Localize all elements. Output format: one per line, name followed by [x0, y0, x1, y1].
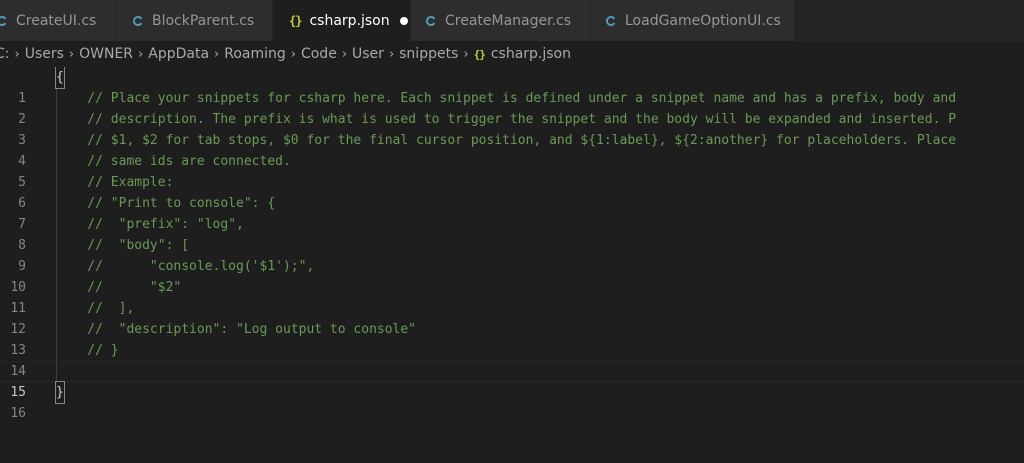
code-line[interactable]: 9 // "body": [ [0, 235, 1024, 274]
tab-csharp-json[interactable]: {} csharp.json [273, 0, 411, 41]
csharp-icon [132, 15, 144, 27]
code-line[interactable]: 14 // } [0, 340, 1024, 379]
unsaved-dot-icon[interactable] [399, 16, 408, 25]
csharp-icon [605, 15, 617, 27]
code-line[interactable]: 16 } [0, 381, 1024, 421]
breadcrumb-item[interactable]: AppData [148, 46, 209, 62]
code-line[interactable]: 5 // same ids are connected. [0, 151, 1024, 190]
code-line[interactable]: 4 // $1, $2 for tab stops, $0 for the fi… [0, 130, 1024, 169]
json-icon: {} [289, 13, 302, 28]
vscode-window: CreateUI.cs BlockParent.cs {} csharp.jso… [0, 0, 1024, 463]
breadcrumb-item[interactable]: Users [25, 46, 64, 62]
breadcrumb-item[interactable]: User [352, 46, 384, 62]
tab-createmanager[interactable]: CreateManager.cs [411, 0, 591, 41]
code-line[interactable]: 11 // "$2" [0, 277, 1024, 316]
line-number: 16 [10, 406, 26, 421]
code-text: // Place your snippets for csharp here. … [56, 91, 957, 106]
csharp-icon [0, 15, 8, 27]
tab-label: CreateManager.cs [445, 12, 572, 29]
code-line-current[interactable]: 15 [0, 361, 1024, 400]
chevron-right-icon: › [290, 46, 296, 62]
chevron-right-icon: › [138, 46, 144, 62]
code-text: // } [56, 343, 119, 358]
breadcrumb-item[interactable]: C: [0, 46, 10, 62]
code-text: { [55, 67, 65, 89]
tab-blockparent[interactable]: BlockParent.cs [116, 0, 273, 41]
tab-label: BlockParent.cs [152, 12, 255, 29]
code-line[interactable]: 7 // "Print to console": { [0, 193, 1024, 232]
code-line[interactable]: 3 // description. The prefix is what is … [0, 109, 1024, 148]
code-text: // ], [56, 301, 135, 316]
code-line[interactable]: 13 // "description": "Log output to cons… [0, 319, 1024, 358]
chevron-right-icon: › [341, 46, 348, 62]
code-text: // "$2" [56, 280, 182, 295]
tab-label: LoadGameOptionUI.cs [625, 12, 781, 29]
code-text: // same ids are connected. [56, 154, 291, 169]
chevron-right-icon: › [68, 46, 75, 62]
code-text: // "body": [ [56, 238, 190, 253]
code-text: // Example: [56, 175, 174, 190]
code-text: // $1, $2 for tab stops, $0 for the fina… [56, 133, 957, 148]
code-text: // description. The prefix is what is us… [56, 112, 957, 127]
breadcrumb-item[interactable]: Roaming [224, 46, 286, 62]
code-line[interactable]: 8 // "prefix": "log", [0, 214, 1024, 253]
chevron-right-icon: › [14, 46, 20, 62]
json-icon: {} [473, 47, 486, 61]
code-line[interactable]: 2 // Place your snippets for csharp here… [0, 88, 1024, 127]
code-text: // "description": "Log output to console… [56, 322, 417, 337]
code-line[interactable]: 1 { [0, 67, 1024, 106]
breadcrumb-item-file[interactable]: csharp.json [491, 46, 571, 62]
code-line[interactable]: 12 // ], [0, 298, 1024, 337]
chevron-right-icon: › [388, 46, 395, 62]
csharp-icon [425, 15, 437, 27]
code-text: // "prefix": "log", [56, 217, 244, 232]
breadcrumb-item[interactable]: OWNER [79, 46, 133, 62]
breadcrumb-item[interactable]: Code [301, 46, 337, 62]
breadcrumb: C: › Users › OWNER › AppData › Roaming ›… [0, 41, 1024, 67]
editor-tab-bar: CreateUI.cs BlockParent.cs {} csharp.jso… [0, 0, 1024, 41]
tab-label: CreateUI.cs [16, 12, 97, 29]
chevron-right-icon: › [214, 46, 220, 62]
code-line[interactable]: 6 // Example: [0, 172, 1024, 211]
code-text: // "console.log('$1');", [56, 259, 315, 274]
code-line[interactable]: 10 // "console.log('$1');", [0, 256, 1024, 295]
tab-loadgameoptionui[interactable]: LoadGameOptionUI.cs [591, 0, 795, 41]
code-editor[interactable]: 1 { 2 // Place your snippets for csharp … [0, 67, 1024, 463]
code-text: // "Print to console": { [56, 196, 276, 211]
tab-createui[interactable]: CreateUI.cs [0, 0, 116, 41]
chevron-right-icon: › [463, 46, 469, 62]
breadcrumb-item[interactable]: snippets [399, 46, 458, 62]
tab-label: csharp.json [309, 12, 390, 29]
code-text: } [55, 381, 65, 404]
